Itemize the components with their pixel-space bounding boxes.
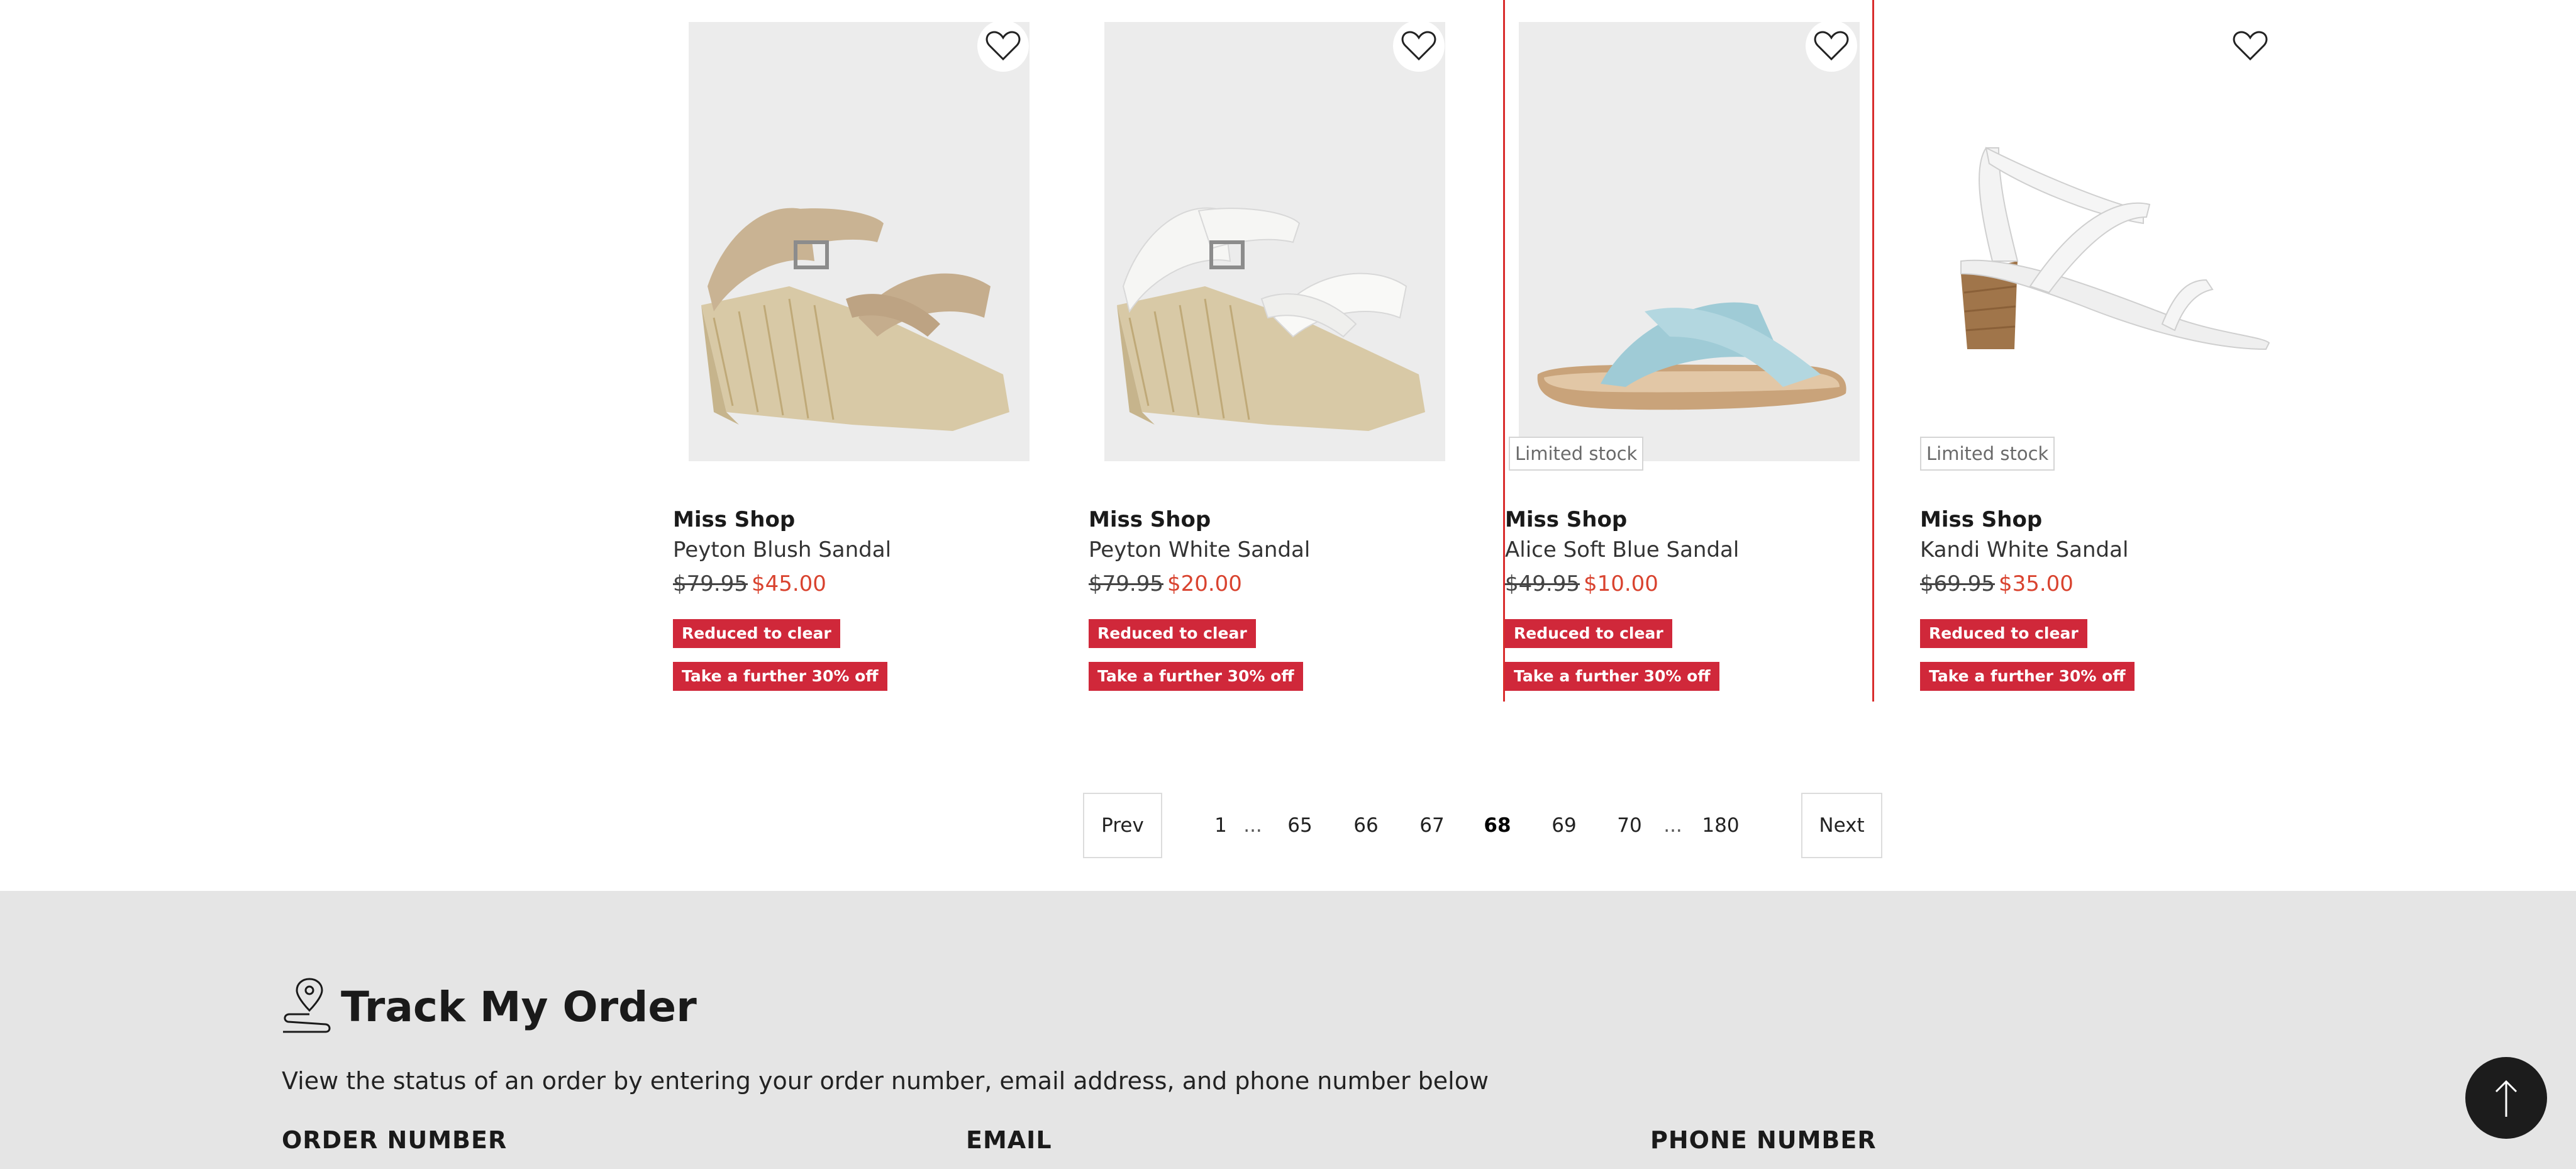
further-off-badge: Take a further 30% off [1920, 662, 2135, 691]
product-card[interactable]: Miss Shop Peyton Blush Sandal $79.95 $45.… [673, 0, 1044, 702]
wishlist-heart-button[interactable] [977, 20, 1029, 72]
wedge-sandal-white-icon [1117, 207, 1425, 431]
product-name[interactable]: Alice Soft Blue Sandal [1505, 537, 1739, 562]
page-link-1[interactable]: 1 [1209, 793, 1233, 858]
reduced-badge: Reduced to clear [673, 619, 840, 648]
product-card[interactable]: Limited stock Miss Shop Kandi White Sand… [1920, 0, 2291, 702]
track-order-section: Track My Order View the status of an ord… [0, 891, 2576, 1169]
arrow-up-icon [2495, 1080, 2518, 1117]
further-off-badge: Take a further 30% off [1505, 662, 1719, 691]
pagination: Prev 1 ... 65 66 67 68 69 70 ... 180 Nex… [1083, 793, 1884, 858]
page-link-180[interactable]: 180 [1702, 793, 1740, 858]
prev-page-button[interactable]: Prev [1083, 793, 1162, 858]
product-grid: Miss Shop Peyton Blush Sandal $79.95 $45.… [673, 0, 2340, 702]
product-price: $79.95 $20.00 [1089, 571, 1242, 596]
pagination-ellipsis: ... [1663, 814, 1682, 837]
next-page-button[interactable]: Next [1801, 793, 1882, 858]
page-link-67[interactable]: 67 [1416, 793, 1448, 858]
reduced-badge: Reduced to clear [1920, 619, 2087, 648]
wishlist-heart-button[interactable] [2224, 20, 2276, 72]
heart-icon [1401, 31, 1436, 61]
product-brand[interactable]: Miss Shop [1505, 507, 1627, 532]
back-to-top-button[interactable] [2465, 1057, 2547, 1139]
sale-price: $45.00 [751, 571, 826, 596]
wishlist-heart-button[interactable] [1393, 20, 1445, 72]
slide-sandal-blue-icon [1537, 302, 1846, 410]
further-off-badge: Take a further 30% off [673, 662, 887, 691]
wedge-sandal-blush-icon [701, 208, 1009, 431]
order-number-label: ORDER NUMBER [282, 1126, 508, 1154]
heart-icon [1814, 31, 1849, 61]
page-link-66[interactable]: 66 [1350, 793, 1382, 858]
was-price: $79.95 [1089, 571, 1163, 596]
product-name[interactable]: Peyton White Sandal [1089, 537, 1310, 562]
limited-stock-tag: Limited stock [1509, 437, 1644, 471]
product-name[interactable]: Peyton Blush Sandal [673, 537, 891, 562]
email-label: EMAIL [966, 1126, 1052, 1154]
location-pin-route-icon [283, 978, 331, 1033]
page-link-65[interactable]: 65 [1284, 793, 1316, 858]
product-card[interactable]: Miss Shop Peyton White Sandal $79.95 $20.… [1089, 0, 1460, 702]
product-price: $69.95 $35.00 [1920, 571, 2074, 596]
sale-price: $10.00 [1583, 571, 1658, 596]
wishlist-heart-button[interactable] [1806, 20, 1857, 72]
product-price: $49.95 $10.00 [1505, 571, 1658, 596]
reduced-badge: Reduced to clear [1505, 619, 1672, 648]
phone-number-label: PHONE NUMBER [1650, 1126, 1877, 1154]
heart-icon [2233, 31, 2268, 61]
product-card[interactable]: Limited stock Miss Shop Alice Soft Blue … [1503, 0, 1874, 702]
was-price: $49.95 [1505, 571, 1580, 596]
further-off-badge: Take a further 30% off [1089, 662, 1303, 691]
product-image[interactable] [1936, 22, 2277, 461]
track-order-description: View the status of an order by entering … [282, 1067, 1489, 1095]
block-heel-sandal-white-icon [1960, 147, 2270, 350]
product-name[interactable]: Kandi White Sandal [1920, 537, 2128, 562]
limited-stock-tag: Limited stock [1920, 437, 2055, 471]
pagination-ellipsis: ... [1243, 814, 1262, 837]
reduced-badge: Reduced to clear [1089, 619, 1256, 648]
sale-price: $35.00 [1998, 571, 2074, 596]
product-brand[interactable]: Miss Shop [1089, 507, 1211, 532]
product-image[interactable] [1104, 22, 1445, 461]
page-link-69[interactable]: 69 [1548, 793, 1580, 858]
product-brand[interactable]: Miss Shop [673, 507, 795, 532]
page-link-current[interactable]: 68 [1482, 793, 1513, 858]
page-link-70[interactable]: 70 [1614, 793, 1645, 858]
was-price: $69.95 [1920, 571, 1995, 596]
was-price: $79.95 [673, 571, 748, 596]
product-price: $79.95 $45.00 [673, 571, 826, 596]
sale-price: $20.00 [1167, 571, 1242, 596]
track-order-title: Track My Order [341, 983, 697, 1031]
product-brand[interactable]: Miss Shop [1920, 507, 2042, 532]
product-image[interactable] [1519, 22, 1860, 461]
product-image[interactable] [689, 22, 1030, 461]
heart-icon [985, 31, 1021, 61]
